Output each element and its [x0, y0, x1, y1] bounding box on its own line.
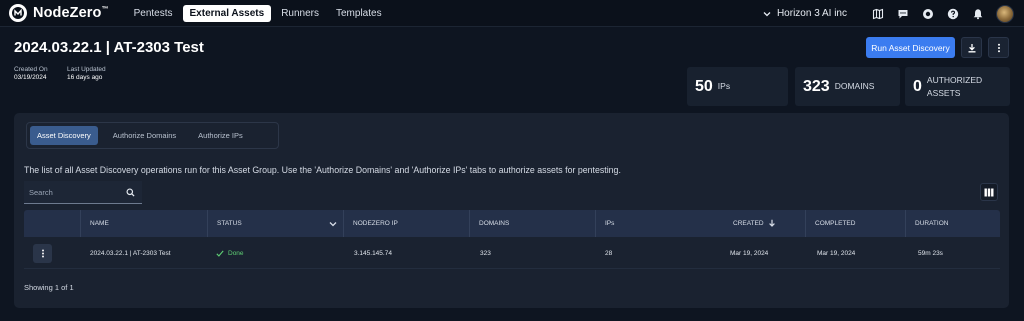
checkmark-icon: [216, 250, 224, 257]
cell-created: Mar 19, 2024: [730, 249, 769, 257]
authorized-count: 0: [913, 77, 922, 95]
brand[interactable]: NodeZero™: [9, 4, 109, 22]
user-avatar[interactable]: [996, 4, 1014, 23]
stat-ips: 50 IPs: [687, 67, 788, 106]
support-icon[interactable]: [922, 8, 934, 20]
nav-link-pentests[interactable]: Pentests: [127, 5, 180, 22]
cell-status: Done: [216, 237, 244, 269]
column-header-nodezero-ip[interactable]: NODEZERO IP: [343, 210, 469, 237]
tab-authorize-domains[interactable]: Authorize Domains: [106, 126, 183, 145]
columns-icon: [984, 188, 994, 196]
table-row[interactable]: 2024.03.22.1 | AT-2303 Test Done 3.145.1…: [24, 237, 1000, 269]
cell-completed: Mar 19, 2024: [817, 249, 856, 257]
cell-name: 2024.03.22.1 | AT-2303 Test: [90, 249, 171, 257]
cell-domains: 323: [480, 249, 491, 257]
ips-count: 50: [695, 77, 713, 95]
more-options-button[interactable]: [988, 37, 1009, 58]
asset-discovery-panel: Asset Discovery Authorize Domains Author…: [14, 113, 1009, 308]
org-name: Horizon 3 AI inc: [776, 8, 847, 19]
pagination-summary: Showing 1 of 1: [24, 283, 74, 292]
cell-ips: 28: [605, 249, 613, 257]
column-header-completed[interactable]: COMPLETED: [805, 210, 905, 237]
updated-value: 16 days ago: [67, 74, 103, 81]
column-header-created[interactable]: CREATED: [724, 210, 805, 237]
created-meta: Created On 03/19/2024: [14, 66, 48, 82]
authorized-label: AUTHORIZED ASSETS: [926, 74, 983, 98]
cell-nodezero-ip: 3.145.145.74: [354, 249, 392, 257]
column-header-duration[interactable]: DURATION: [905, 210, 1000, 237]
help-icon[interactable]: [947, 8, 959, 20]
ips-label: IPs: [717, 81, 731, 91]
column-settings-button[interactable]: [980, 183, 998, 201]
table-header: NAME STATUS NODEZERO IP DOMAINS IPs CREA…: [24, 210, 1000, 237]
created-value: 03/19/2024: [14, 74, 47, 81]
domains-label: DOMAINS: [834, 81, 875, 91]
page-title: 2024.03.22.1 | AT-2303 Test: [14, 39, 204, 56]
search-placeholder: Search: [29, 187, 53, 197]
chevron-down-icon: [763, 11, 771, 16]
tab-authorize-ips[interactable]: Authorize IPs: [191, 126, 250, 145]
updated-meta: Last Updated 16 days ago: [67, 66, 106, 82]
top-navigation: NodeZero™ Pentests External Assets Runne…: [0, 0, 1024, 27]
nav-link-templates[interactable]: Templates: [329, 5, 389, 22]
search-input[interactable]: Search: [24, 181, 142, 204]
created-label: Created On: [14, 66, 48, 73]
tab-asset-discovery[interactable]: Asset Discovery: [30, 126, 98, 145]
map-icon[interactable]: [872, 8, 884, 20]
main-nav: Pentests External Assets Runners Templat…: [127, 4, 392, 22]
kebab-menu-icon: [41, 249, 44, 258]
nav-right: Horizon 3 AI inc: [763, 0, 1014, 27]
status-done: Done: [216, 250, 244, 257]
download-button[interactable]: [961, 37, 982, 58]
chevron-down-icon[interactable]: [329, 220, 337, 228]
org-switcher[interactable]: Horizon 3 AI inc: [763, 8, 847, 19]
row-actions-button[interactable]: [33, 244, 52, 263]
column-header-domains[interactable]: DOMAINS: [469, 210, 595, 237]
stat-authorized-assets: 0 AUTHORIZED ASSETS: [905, 67, 1010, 106]
sort-arrow-down-icon[interactable]: [768, 219, 776, 227]
brand-name: NodeZero™: [33, 5, 109, 21]
search-icon: [126, 188, 135, 197]
bell-icon[interactable]: [972, 8, 984, 20]
tab-bar: Asset Discovery Authorize Domains Author…: [26, 122, 279, 149]
stat-domains: 323 DOMAINS: [795, 67, 900, 106]
chat-icon[interactable]: [897, 8, 909, 20]
domains-count: 323: [803, 77, 830, 95]
panel-description: The list of all Asset Discovery operatio…: [24, 165, 621, 175]
nav-link-runners[interactable]: Runners: [274, 5, 326, 22]
column-header-status[interactable]: STATUS: [207, 210, 343, 237]
column-header-name[interactable]: NAME: [80, 210, 207, 237]
updated-label: Last Updated: [67, 66, 106, 73]
kebab-menu-icon: [997, 43, 1000, 52]
download-icon: [968, 43, 975, 52]
nav-link-external-assets[interactable]: External Assets: [182, 4, 272, 22]
nodezero-logo-icon: [9, 4, 27, 22]
cell-duration: 59m 23s: [918, 249, 943, 257]
run-asset-discovery-button[interactable]: Run Asset Discovery: [866, 37, 955, 58]
